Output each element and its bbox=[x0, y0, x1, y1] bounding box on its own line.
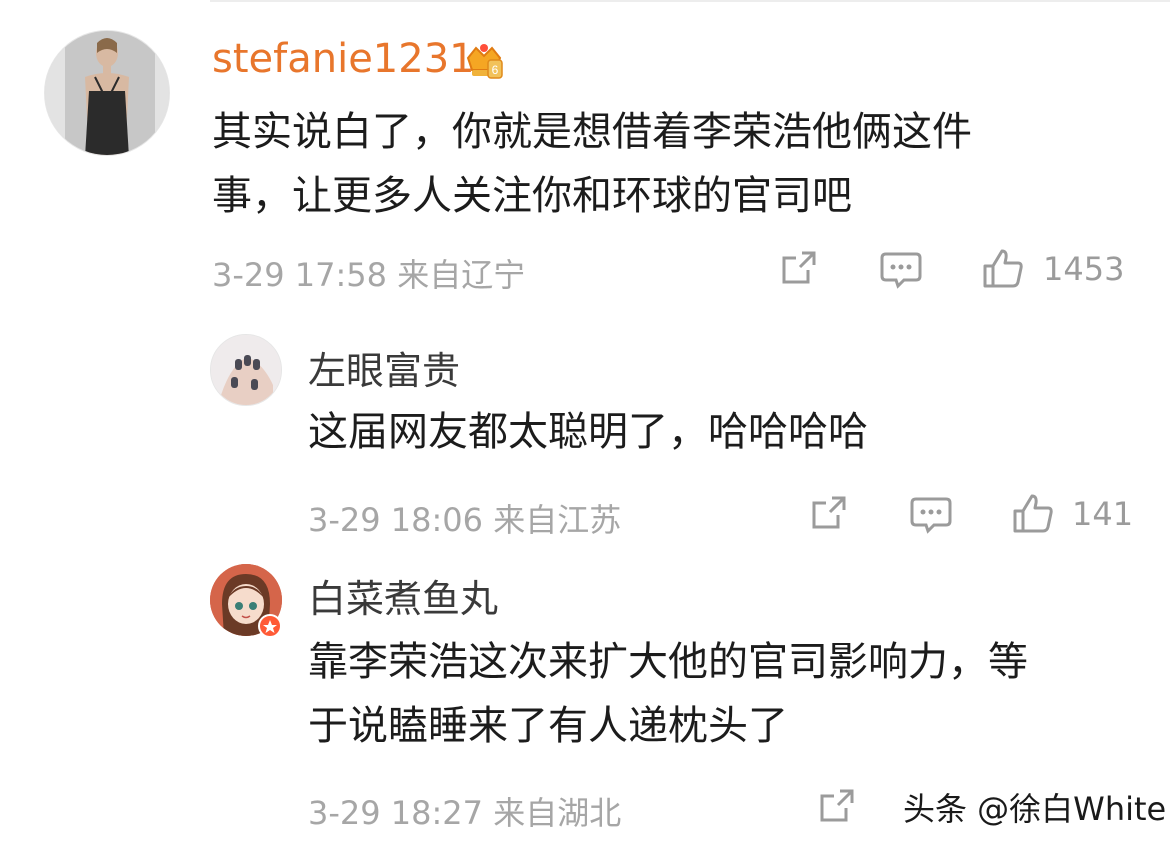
comment-icon[interactable] bbox=[910, 495, 952, 539]
comment-time: 3-29 18:27 bbox=[308, 794, 484, 832]
comment-text-line: 这届网友都太聪明了，哈哈哈哈 bbox=[308, 409, 868, 455]
comment-text: 靠李荣浩这次来扩大他的官司影响力，等 于说瞌睡来了有人递枕头了 bbox=[308, 630, 1028, 758]
comment-meta: 3-29 18:06 来自江苏 bbox=[308, 495, 621, 541]
crown-badge-icon: 6 bbox=[462, 38, 506, 86]
like-count: 1453 bbox=[1043, 250, 1125, 288]
username[interactable]: 白菜煮鱼丸 bbox=[308, 568, 498, 623]
comment-time: 3-29 18:06 bbox=[308, 501, 484, 539]
username[interactable]: 左眼富贵 bbox=[308, 340, 460, 395]
comment-text: 这届网友都太聪明了，哈哈哈哈 bbox=[308, 400, 868, 464]
comment-icon[interactable] bbox=[880, 250, 922, 294]
comment-meta: 3-29 18:27 来自湖北 bbox=[308, 788, 621, 834]
username[interactable]: stefanie1231 bbox=[212, 36, 475, 82]
share-icon[interactable] bbox=[818, 788, 856, 828]
comment-text-line: 其实说白了，你就是想借着李荣浩他俩这件 bbox=[212, 109, 972, 155]
watermark: 头条 @徐白White bbox=[903, 790, 1167, 828]
comment-location: 来自湖北 bbox=[493, 794, 622, 832]
share-icon[interactable] bbox=[810, 495, 848, 535]
comment-text-line: 靠李荣浩这次来扩大他的官司影响力，等 bbox=[308, 639, 1028, 685]
avatar[interactable] bbox=[210, 334, 282, 406]
comment-text-line: 事，让更多人关注你和环球的官司吧 bbox=[212, 173, 852, 219]
share-icon[interactable] bbox=[780, 250, 818, 290]
comment-text: 其实说白了，你就是想借着李荣浩他俩这件 事，让更多人关注你和环球的官司吧 bbox=[212, 100, 972, 228]
like-count: 141 bbox=[1072, 495, 1134, 533]
comment-text-line: 于说瞌睡来了有人递枕头了 bbox=[308, 703, 788, 749]
comment-location: 来自辽宁 bbox=[397, 256, 526, 294]
svg-text:6: 6 bbox=[492, 63, 499, 77]
avatar[interactable] bbox=[44, 30, 170, 156]
like-icon[interactable] bbox=[982, 248, 1024, 292]
comment-location: 来自江苏 bbox=[493, 501, 622, 539]
top-divider bbox=[210, 0, 1170, 2]
verified-badge-icon bbox=[258, 614, 282, 638]
comment-time: 3-29 17:58 bbox=[212, 256, 388, 294]
comment-meta: 3-29 17:58 来自辽宁 bbox=[212, 250, 525, 296]
like-icon[interactable] bbox=[1012, 493, 1054, 537]
